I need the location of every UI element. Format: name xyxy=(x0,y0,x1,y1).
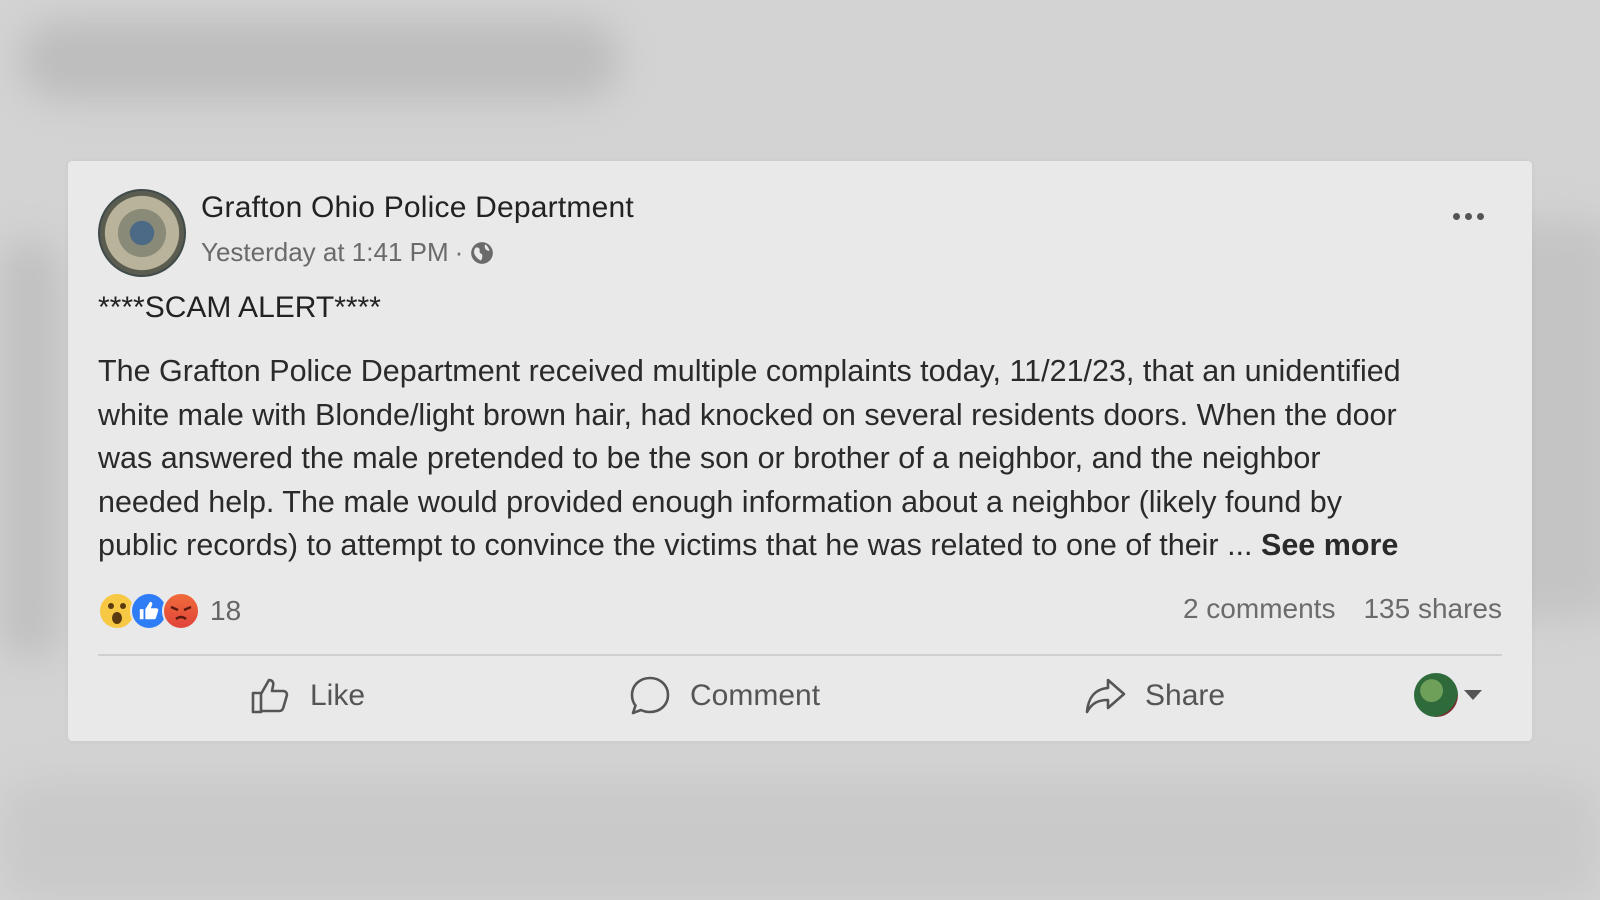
background-blur xyxy=(0,240,60,660)
chevron-down-icon xyxy=(1464,690,1482,700)
page-name[interactable]: Grafton Ohio Police Department xyxy=(201,191,634,225)
globe-icon xyxy=(471,241,494,264)
post-timestamp[interactable]: Yesterday at 1:41 PM xyxy=(201,237,449,268)
dot-icon xyxy=(1465,213,1472,220)
like-button[interactable]: Like xyxy=(248,661,365,731)
page-avatar[interactable] xyxy=(98,189,186,277)
reactions-summary[interactable]: 18 xyxy=(98,592,241,630)
action-bar: Like Comment Share xyxy=(98,661,1502,731)
like-label: Like xyxy=(310,679,366,712)
comment-button[interactable]: Comment xyxy=(628,661,820,731)
comments-count-link[interactable]: 2 comments xyxy=(1183,593,1336,625)
meta-separator: · xyxy=(454,237,464,267)
see-more-link[interactable]: See more xyxy=(1261,528,1398,562)
divider xyxy=(98,654,1502,656)
share-arrow-icon xyxy=(1085,678,1126,714)
post-meta: Yesterday at 1:41 PM · xyxy=(201,237,495,268)
share-label: Share xyxy=(1145,679,1226,712)
background-blur xyxy=(20,20,620,100)
shares-count-link[interactable]: 135 shares xyxy=(1363,593,1502,625)
audience-selector[interactable] xyxy=(1414,673,1482,717)
post-body: The Grafton Police Department received m… xyxy=(98,350,1518,568)
post-body-text: The Grafton Police Department received m… xyxy=(98,354,1401,562)
more-options-button[interactable] xyxy=(1453,213,1484,220)
user-avatar xyxy=(1414,673,1458,717)
share-button[interactable]: Share xyxy=(1083,661,1225,731)
angry-icon xyxy=(162,592,200,630)
post-ellipsis: ... xyxy=(1227,528,1253,562)
post-headline: ****SCAM ALERT**** xyxy=(98,291,381,324)
post-stats: 2 comments 135 shares xyxy=(1183,593,1502,625)
facebook-post: Grafton Ohio Police Department Yesterday… xyxy=(68,161,1532,741)
background-blur xyxy=(0,780,1600,900)
comment-label: Comment xyxy=(690,679,821,712)
thumbs-up-icon xyxy=(251,678,289,714)
dot-icon xyxy=(1453,213,1460,220)
reaction-count: 18 xyxy=(210,595,242,626)
comment-bubble-icon xyxy=(630,676,670,715)
dot-icon xyxy=(1477,213,1484,220)
